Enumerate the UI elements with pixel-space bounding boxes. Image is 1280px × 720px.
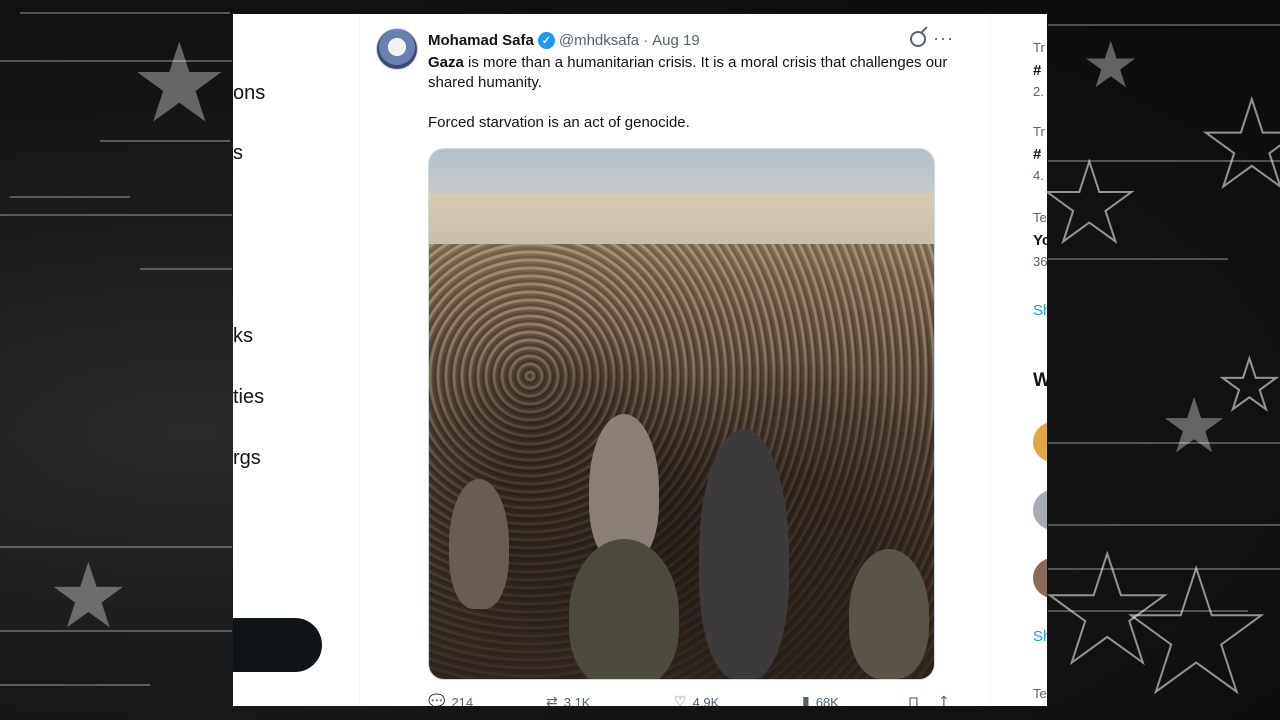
tweet-text-line1: Gaza is more than a humanitarian crisis.… xyxy=(428,53,968,93)
photo-figure xyxy=(849,549,929,679)
backdrop-line xyxy=(0,684,150,686)
grok-icon[interactable] xyxy=(910,31,926,47)
views-icon: ▮ xyxy=(802,694,810,706)
like-count: 4.9K xyxy=(692,694,720,707)
trend-2-category: Tr xyxy=(1033,124,1045,139)
photo-figure xyxy=(569,539,679,679)
who-to-follow-title: W xyxy=(1033,370,1047,391)
trend-3-count: 36 xyxy=(1033,254,1047,269)
trend-2-name[interactable]: # xyxy=(1033,146,1041,163)
view-count: 68K xyxy=(815,694,839,707)
hashtag-gaza[interactable]: Gaza xyxy=(428,54,464,71)
author-name[interactable]: Mohamad Safa xyxy=(428,32,534,49)
backdrop-line xyxy=(0,214,232,216)
trend-1-count: 2. xyxy=(1033,84,1044,99)
avatar[interactable] xyxy=(376,28,418,70)
trend-1-category: Tr xyxy=(1033,40,1045,55)
nav-item-partial[interactable]: s xyxy=(233,142,243,165)
repost-icon: ⇄ xyxy=(546,694,558,706)
trend-2-count: 4. xyxy=(1033,168,1044,183)
star-outline-icon: ★ xyxy=(1197,76,1280,215)
star-outline-icon: ★ xyxy=(1217,344,1280,426)
trend-3-category: Te xyxy=(1033,210,1047,225)
separator: · xyxy=(643,31,649,49)
photo-figure xyxy=(699,429,789,679)
repost-count: 3.1K xyxy=(563,694,591,707)
trend-1-name[interactable]: # xyxy=(1033,62,1041,79)
share-icon: ↑ xyxy=(938,694,950,706)
tweet-text-rest: is more than a humanitarian crisis. It i… xyxy=(428,54,948,91)
suggested-avatar[interactable] xyxy=(1033,422,1047,462)
nav-item-communities[interactable]: ties xyxy=(233,386,264,409)
trend-3-name[interactable]: Yo xyxy=(1033,232,1047,249)
backdrop-line xyxy=(1048,24,1280,26)
tweet-photo[interactable] xyxy=(428,148,935,680)
backdrop-line xyxy=(10,196,130,198)
tweet-body: Gaza is more than a humanitarian crisis.… xyxy=(428,53,968,133)
views-button[interactable]: ▮ 68K xyxy=(802,694,908,706)
nav-item-bookmarks[interactable]: ks xyxy=(233,325,253,348)
star-icon: ★ xyxy=(130,19,229,147)
tweet-date[interactable]: Aug 19 xyxy=(652,32,700,49)
suggested-avatar[interactable] xyxy=(1033,490,1047,530)
author-handle[interactable]: @mhdksafa xyxy=(559,32,639,49)
reply-count: 214 xyxy=(451,694,474,707)
more-options-icon[interactable]: ··· xyxy=(933,28,954,49)
repost-button[interactable]: ⇄ 3.1K xyxy=(546,694,674,706)
verified-badge-icon: ✓ xyxy=(537,31,555,49)
star-outline-icon: ★ xyxy=(1039,139,1140,267)
reply-icon: 💬 xyxy=(428,694,446,706)
screenshot-card: ons s ks ties rgs Mohamad Safa ✓ @mhdksa… xyxy=(233,14,1047,706)
like-button[interactable]: ♡ 4.9K xyxy=(674,694,802,706)
star-icon: ★ xyxy=(1082,29,1140,103)
share-button[interactable]: ↑ xyxy=(938,694,968,706)
tweet-actions: 💬 214 ⇄ 3.1K ♡ 4.9K ▮ 68K ⊓ ↑ xyxy=(428,692,968,706)
star-icon: ★ xyxy=(48,544,129,649)
photo-figure xyxy=(449,479,509,609)
bookmark-icon: ⊓ xyxy=(908,694,919,706)
backdrop-line xyxy=(140,268,232,270)
footer-link[interactable]: Te xyxy=(1033,686,1047,701)
post-button[interactable] xyxy=(233,618,322,672)
reply-button[interactable]: 💬 214 xyxy=(428,694,546,706)
tweet-text-line2: Forced starvation is an act of genocide. xyxy=(428,114,690,131)
tweet-feed: Mohamad Safa ✓ @mhdksafa · Aug 19 ··· Ga… xyxy=(359,14,991,706)
bookmark-button[interactable]: ⊓ xyxy=(908,694,938,706)
backdrop-line xyxy=(20,12,230,14)
show-more-link[interactable]: Sh xyxy=(1033,628,1047,645)
heart-icon: ♡ xyxy=(674,694,687,706)
show-more-link[interactable]: Sh xyxy=(1033,302,1047,319)
nav-item-verified-orgs[interactable]: rgs xyxy=(233,447,261,470)
nav-item-notifications[interactable]: ons xyxy=(233,82,265,105)
suggested-avatar[interactable] xyxy=(1033,558,1047,598)
star-outline-icon: ★ xyxy=(1119,534,1273,720)
tweet-header: Mohamad Safa ✓ @mhdksafa · Aug 19 ··· xyxy=(428,28,968,50)
